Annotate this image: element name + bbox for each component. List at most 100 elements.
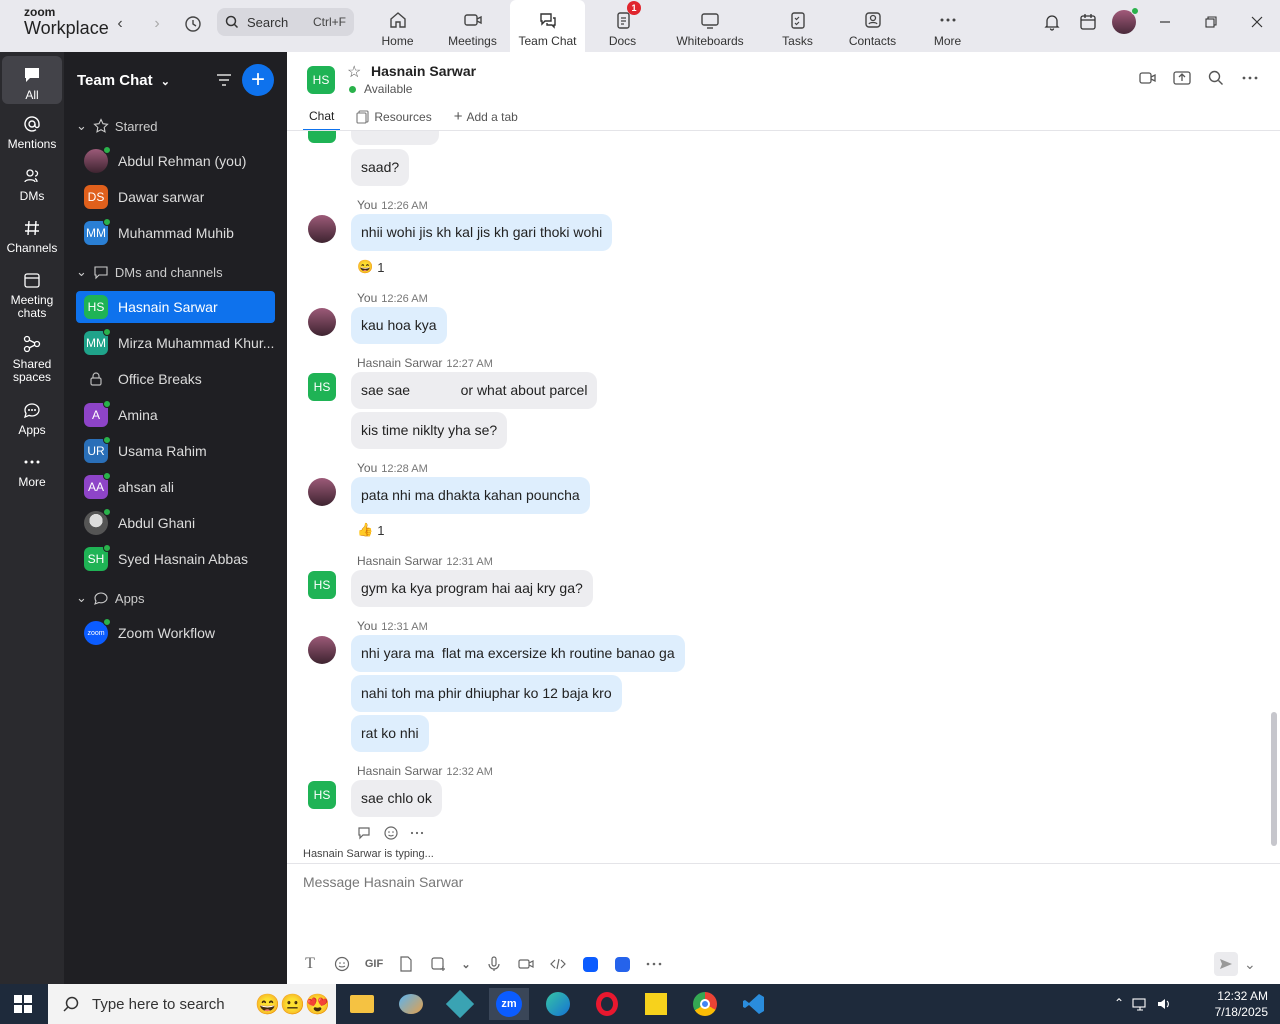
chevron-up-icon[interactable]: ⌃ <box>1114 996 1124 1012</box>
sidebar-title[interactable]: Team Chat ⌄ <box>77 72 170 89</box>
back-arrow-icon[interactable]: ‹ <box>108 12 132 36</box>
tab-meetings[interactable]: Meetings <box>435 0 510 52</box>
app-icon[interactable] <box>440 988 480 1020</box>
gif-button[interactable]: GIF <box>365 955 383 973</box>
network-icon[interactable] <box>1132 996 1148 1012</box>
zoom-app-icon[interactable]: zm <box>489 988 529 1020</box>
message-list[interactable]: saad? You 12:26 AM nhii wohi jis kh kal j… <box>287 131 1267 863</box>
screenshot-icon[interactable] <box>429 955 447 973</box>
search-box[interactable]: Search Ctrl+F <box>217 8 354 36</box>
message-bubble[interactable]: kau hoa kya <box>351 307 447 344</box>
opera-browser-icon[interactable] <box>587 988 627 1020</box>
more-icon[interactable] <box>645 955 663 973</box>
message-bubble[interactable]: kis time niklty yha se? <box>351 412 508 449</box>
scrollbar[interactable] <box>1271 712 1277 846</box>
sidebar-item-hasnain-sarwar[interactable]: HS Hasnain Sarwar <box>76 291 275 323</box>
rail-dms[interactable]: DMs <box>2 166 62 203</box>
calendar-icon[interactable] <box>1070 4 1106 40</box>
message-bubble[interactable]: nahi toh ma phir dhiuphar ko 12 baja kro <box>351 675 622 712</box>
rail-more[interactable]: More <box>2 452 62 489</box>
video-call-icon[interactable] <box>1138 68 1158 88</box>
chevron-down-icon[interactable]: ⌄ <box>461 955 471 973</box>
history-icon[interactable] <box>181 12 205 36</box>
message-bubble[interactable]: pata nhi ma dhakta kahan pouncha <box>351 477 590 514</box>
tab-home[interactable]: Home <box>360 0 435 52</box>
sidebar-item-ahsan-ali[interactable]: AA ahsan ali <box>76 471 275 503</box>
emoji-icon[interactable] <box>333 955 351 973</box>
message-bubble[interactable]: gym ka kya program hai aaj kry ga? <box>351 570 593 607</box>
minimize-icon[interactable] <box>1142 4 1188 40</box>
more-icon[interactable] <box>409 825 425 841</box>
message-bubble[interactable]: nhii wohi jis kh kal jis kh gari thoki w… <box>351 214 613 251</box>
format-text-icon[interactable]: T <box>301 955 319 973</box>
add-tab-button[interactable]: + Add a tab <box>448 108 524 131</box>
rail-channels[interactable]: Channels <box>2 218 62 255</box>
tab-team-chat[interactable]: Team Chat <box>510 0 585 52</box>
reply-icon[interactable] <box>357 825 373 841</box>
tab-resources[interactable]: Resources <box>350 108 437 131</box>
share-screen-icon[interactable] <box>1172 68 1192 88</box>
reaction-badge[interactable]: 👍 1 <box>357 522 384 538</box>
profile-avatar[interactable] <box>1106 4 1142 40</box>
chevron-down-icon[interactable]: ⌄ <box>1244 956 1256 973</box>
bell-icon[interactable] <box>1034 4 1070 40</box>
rail-mentions[interactable]: Mentions <box>2 114 62 151</box>
sidebar-item-abdul-rehman[interactable]: Abdul Rehman (you) <box>76 145 275 177</box>
reaction-badge[interactable]: 😄 1 <box>357 259 384 275</box>
tab-contacts[interactable]: Contacts <box>835 0 910 52</box>
rail-shared-spaces[interactable]: Shared spaces <box>2 334 62 384</box>
tab-docs[interactable]: 1 Docs <box>585 0 660 52</box>
section-apps[interactable]: ⌄ Apps <box>76 590 145 606</box>
sidebar-item-syed-hasnain-abbas[interactable]: SH Syed Hasnain Abbas <box>76 543 275 575</box>
microphone-icon[interactable] <box>485 955 503 973</box>
section-starred[interactable]: ⌄ Starred <box>76 118 158 134</box>
paint-app-icon[interactable] <box>391 988 431 1020</box>
tab-chat[interactable]: Chat <box>303 108 341 131</box>
edge-browser-icon[interactable] <box>538 988 578 1020</box>
tab-tasks[interactable]: Tasks <box>760 0 835 52</box>
message-bubble[interactable]: sae sae or what about parcel <box>351 372 598 409</box>
windows-start-icon[interactable] <box>14 995 32 1013</box>
message-bubble[interactable]: sae chlo ok <box>351 780 442 817</box>
sidebar-item-mirza-muhammad[interactable]: MM Mirza Muhammad Khur... <box>76 327 275 359</box>
sidebar-item-dawar-sarwar[interactable]: DS Dawar sarwar <box>76 181 275 213</box>
restore-icon[interactable] <box>1188 4 1234 40</box>
chat-title[interactable]: Hasnain Sarwar <box>371 63 476 79</box>
vscode-icon[interactable] <box>734 988 774 1020</box>
emoji-icon[interactable] <box>383 825 399 841</box>
message-input[interactable]: Message Hasnain Sarwar <box>303 874 463 890</box>
sidebar-item-abdul-ghani[interactable]: Abdul Ghani <box>76 507 275 539</box>
app-shortcut-icon[interactable] <box>613 955 631 973</box>
header-avatar[interactable]: HS <box>307 66 335 94</box>
filter-icon[interactable] <box>214 70 234 90</box>
file-explorer-icon[interactable] <box>342 988 382 1020</box>
chrome-browser-icon[interactable] <box>685 988 725 1020</box>
message-bubble[interactable]: rat ko nhi <box>351 715 429 752</box>
sidebar-item-office-breaks[interactable]: Office Breaks <box>76 363 275 395</box>
rail-meeting-chats[interactable]: Meeting chats <box>2 270 62 320</box>
message-bubble[interactable] <box>351 131 439 145</box>
sidebar-item-amina[interactable]: A Amina <box>76 399 275 431</box>
sidebar-item-muhammad-muhib[interactable]: MM Muhammad Muhib <box>76 217 275 249</box>
video-message-icon[interactable] <box>517 955 535 973</box>
tab-more[interactable]: More <box>910 0 985 52</box>
new-chat-button[interactable]: + <box>242 64 274 96</box>
sidebar-item-usama-rahim[interactable]: UR Usama Rahim <box>76 435 275 467</box>
taskbar-clock[interactable]: 12:32 AM 7/18/2025 <box>1215 988 1268 1020</box>
search-icon[interactable] <box>1206 68 1226 88</box>
rail-all[interactable]: All <box>2 56 62 104</box>
close-icon[interactable] <box>1234 4 1280 40</box>
forward-arrow-icon[interactable]: › <box>145 12 169 36</box>
volume-icon[interactable] <box>1156 996 1172 1012</box>
app-shortcut-icon[interactable] <box>581 955 599 973</box>
send-button[interactable]: ⌄ <box>1214 952 1260 976</box>
file-icon[interactable] <box>397 955 415 973</box>
code-icon[interactable] <box>549 955 567 973</box>
taskbar-search[interactable]: Type here to search 😄😐😍 <box>48 984 336 1024</box>
message-bubble[interactable]: saad? <box>351 149 410 186</box>
more-icon[interactable] <box>1240 68 1260 88</box>
sidebar-item-zoom-workflow[interactable]: zoom Zoom Workflow <box>76 617 275 649</box>
star-icon[interactable]: ☆ <box>347 62 361 82</box>
rail-apps[interactable]: Apps <box>2 400 62 437</box>
message-bubble[interactable]: nhi yara ma flat ma excersize kh routine… <box>351 635 685 672</box>
